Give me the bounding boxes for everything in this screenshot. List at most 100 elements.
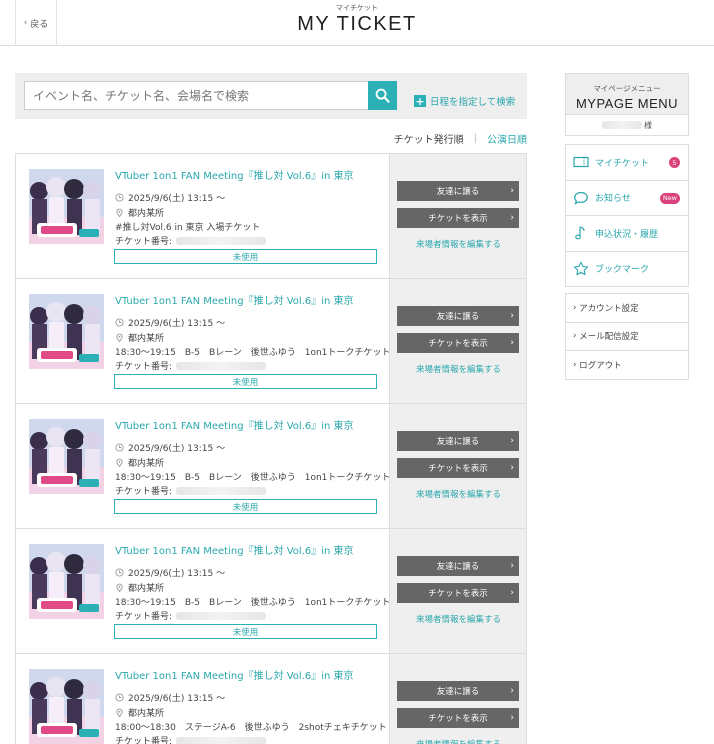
- ticket-actions: 友達に譲る › チケットを表示 › 来場者情報を編集する: [389, 654, 526, 744]
- page-subtitle: マイチケット: [336, 4, 378, 12]
- plus-icon: +: [414, 94, 426, 108]
- show-ticket-button[interactable]: チケットを表示 ›: [397, 708, 519, 728]
- sidebar-menu: マイチケット 5 お知らせ New 申込状況・履歴 ブックマーク: [565, 144, 689, 287]
- sidebar-item-my-ticket[interactable]: マイチケット 5: [565, 145, 689, 181]
- sidebar-item-news[interactable]: お知らせ New: [565, 180, 689, 216]
- music-note-icon: [575, 226, 585, 240]
- date-search-link[interactable]: + 日程を指定して検索: [414, 94, 515, 108]
- transfer-label: 友達に譲る: [436, 312, 480, 322]
- page-header: ‹ 戻る マイチケット MY TICKET: [0, 0, 714, 46]
- clock-icon: [115, 443, 124, 452]
- chevron-right-icon: ›: [510, 713, 514, 723]
- show-ticket-button[interactable]: チケットを表示 ›: [397, 333, 519, 353]
- sidebar-item-label: お知らせ: [595, 194, 631, 205]
- logout-link[interactable]: › ログアウト: [565, 351, 689, 380]
- ticket-number-row: チケット番号:: [115, 359, 267, 372]
- clock-icon: [115, 193, 124, 202]
- event-thumbnail[interactable]: [29, 419, 104, 494]
- mypage-menu-subtitle: マイページメニュー: [593, 84, 661, 93]
- account-settings-link[interactable]: › アカウント設定: [565, 294, 689, 323]
- ticket-icon: [573, 157, 589, 168]
- sort-separator: |: [473, 133, 477, 144]
- ticket-datetime: 2025/9/6(土) 13:15 〜: [128, 444, 226, 454]
- edit-visitor-info-link[interactable]: 来場者情報を編集する: [390, 363, 527, 375]
- ticket-event-title[interactable]: VTuber 1on1 FAN Meeting『推し対 Vol.6』in 東京: [115, 167, 354, 182]
- ticket-event-title[interactable]: VTuber 1on1 FAN Meeting『推し対 Vol.6』in 東京: [115, 542, 354, 557]
- ticket-count-badge: 5: [669, 157, 680, 168]
- sort-by-event-date[interactable]: 公演日順: [487, 131, 527, 146]
- transfer-to-friend-button[interactable]: 友達に譲る ›: [397, 681, 519, 701]
- search-icon: [375, 88, 390, 103]
- show-ticket-button[interactable]: チケットを表示 ›: [397, 208, 519, 228]
- mypage-menu-header: マイページメニュー MYPAGE MENU: [565, 73, 689, 115]
- ticket-number-label: チケット番号:: [115, 737, 173, 744]
- location-pin-icon: [116, 708, 123, 717]
- transfer-to-friend-button[interactable]: 友達に譲る ›: [397, 431, 519, 451]
- ticket-actions: 友達に譲る › チケットを表示 › 来場者情報を編集する: [389, 404, 526, 528]
- ticket-number-row: チケット番号:: [115, 734, 267, 744]
- edit-visitor-info-link[interactable]: 来場者情報を編集する: [390, 238, 527, 250]
- ticket-detail: 18:00〜18:30 ステージA-6 後世ふゆう 2shotチェキチケット: [115, 723, 387, 733]
- sidebar-item-label: 申込状況・履歴: [595, 229, 659, 240]
- ticket-number-redacted: [176, 611, 267, 620]
- sidebar-item-bookmark[interactable]: ブックマーク: [565, 251, 689, 287]
- ticket-card: VTuber 1on1 FAN Meeting『推し対 Vol.6』in 東京 …: [15, 654, 527, 744]
- user-suffix: 様: [644, 120, 652, 130]
- edit-visitor-info-link[interactable]: 来場者情報を編集する: [390, 488, 527, 500]
- ticket-status-badge: 未使用: [114, 499, 377, 514]
- sidebar-item-label: マイチケット: [595, 158, 650, 169]
- event-thumbnail[interactable]: [29, 169, 104, 244]
- edit-visitor-info-link[interactable]: 来場者情報を編集する: [390, 613, 527, 625]
- ticket-event-title[interactable]: VTuber 1on1 FAN Meeting『推し対 Vol.6』in 東京: [115, 667, 354, 682]
- chevron-right-icon: ›: [510, 338, 514, 348]
- ticket-venue: 都内某所: [128, 209, 165, 219]
- search-input[interactable]: [24, 81, 368, 110]
- show-ticket-label: チケットを表示: [428, 714, 488, 724]
- transfer-to-friend-button[interactable]: 友達に譲る ›: [397, 181, 519, 201]
- transfer-label: 友達に譲る: [436, 687, 480, 697]
- ticket-card: VTuber 1on1 FAN Meeting『推し対 Vol.6』in 東京 …: [15, 279, 527, 404]
- event-thumbnail[interactable]: [29, 544, 104, 619]
- ticket-datetime: 2025/9/6(土) 13:15 〜: [128, 319, 226, 329]
- sidebar-item-application-history[interactable]: 申込状況・履歴: [565, 216, 689, 252]
- ticket-datetime: 2025/9/6(土) 13:15 〜: [128, 694, 226, 704]
- show-ticket-button[interactable]: チケットを表示 ›: [397, 583, 519, 603]
- show-ticket-button[interactable]: チケットを表示 ›: [397, 458, 519, 478]
- ticket-status-badge: 未使用: [114, 624, 377, 639]
- chevron-right-icon: ›: [510, 436, 514, 446]
- ticket-datetime-row: 2025/9/6(土) 13:15 〜: [115, 691, 225, 704]
- ticket-number-label: チケット番号:: [115, 487, 173, 497]
- ticket-venue: 都内某所: [128, 459, 165, 469]
- ticket-datetime-row: 2025/9/6(土) 13:15 〜: [115, 191, 225, 204]
- ticket-event-title[interactable]: VTuber 1on1 FAN Meeting『推し対 Vol.6』in 東京: [115, 292, 354, 307]
- ticket-number-label: チケット番号:: [115, 612, 173, 622]
- edit-visitor-info-link[interactable]: 来場者情報を編集する: [390, 738, 527, 744]
- ticket-event-title[interactable]: VTuber 1on1 FAN Meeting『推し対 Vol.6』in 東京: [115, 417, 354, 432]
- event-thumbnail[interactable]: [29, 669, 104, 744]
- ticket-number-row: チケット番号:: [115, 484, 267, 497]
- sort-by-issue[interactable]: チケット発行順: [394, 131, 464, 146]
- ticket-status-badge: 未使用: [114, 374, 377, 389]
- ticket-venue-row: 都内某所: [115, 581, 164, 594]
- ticket-venue: 都内某所: [128, 334, 165, 344]
- chevron-right-icon: ›: [510, 186, 514, 196]
- transfer-to-friend-button[interactable]: 友達に譲る ›: [397, 306, 519, 326]
- event-thumbnail[interactable]: [29, 294, 104, 369]
- account-settings-label: アカウント設定: [579, 303, 639, 314]
- mail-settings-link[interactable]: › メール配信設定: [565, 322, 689, 351]
- chevron-right-icon: ›: [510, 588, 514, 598]
- transfer-to-friend-button[interactable]: 友達に譲る ›: [397, 556, 519, 576]
- transfer-label: 友達に譲る: [436, 187, 480, 197]
- ticket-datetime-row: 2025/9/6(土) 13:15 〜: [115, 566, 225, 579]
- show-ticket-label: チケットを表示: [428, 214, 488, 224]
- ticket-datetime: 2025/9/6(土) 13:15 〜: [128, 194, 226, 204]
- star-icon: [573, 261, 589, 276]
- ticket-venue: 都内某所: [128, 584, 165, 594]
- ticket-number-redacted: [176, 361, 267, 370]
- ticket-venue-row: 都内某所: [115, 331, 164, 344]
- show-ticket-label: チケットを表示: [428, 589, 488, 599]
- ticket-venue-row: 都内某所: [115, 456, 164, 469]
- ticket-datetime-row: 2025/9/6(土) 13:15 〜: [115, 441, 225, 454]
- search-button[interactable]: [368, 81, 397, 110]
- new-badge: New: [659, 192, 680, 204]
